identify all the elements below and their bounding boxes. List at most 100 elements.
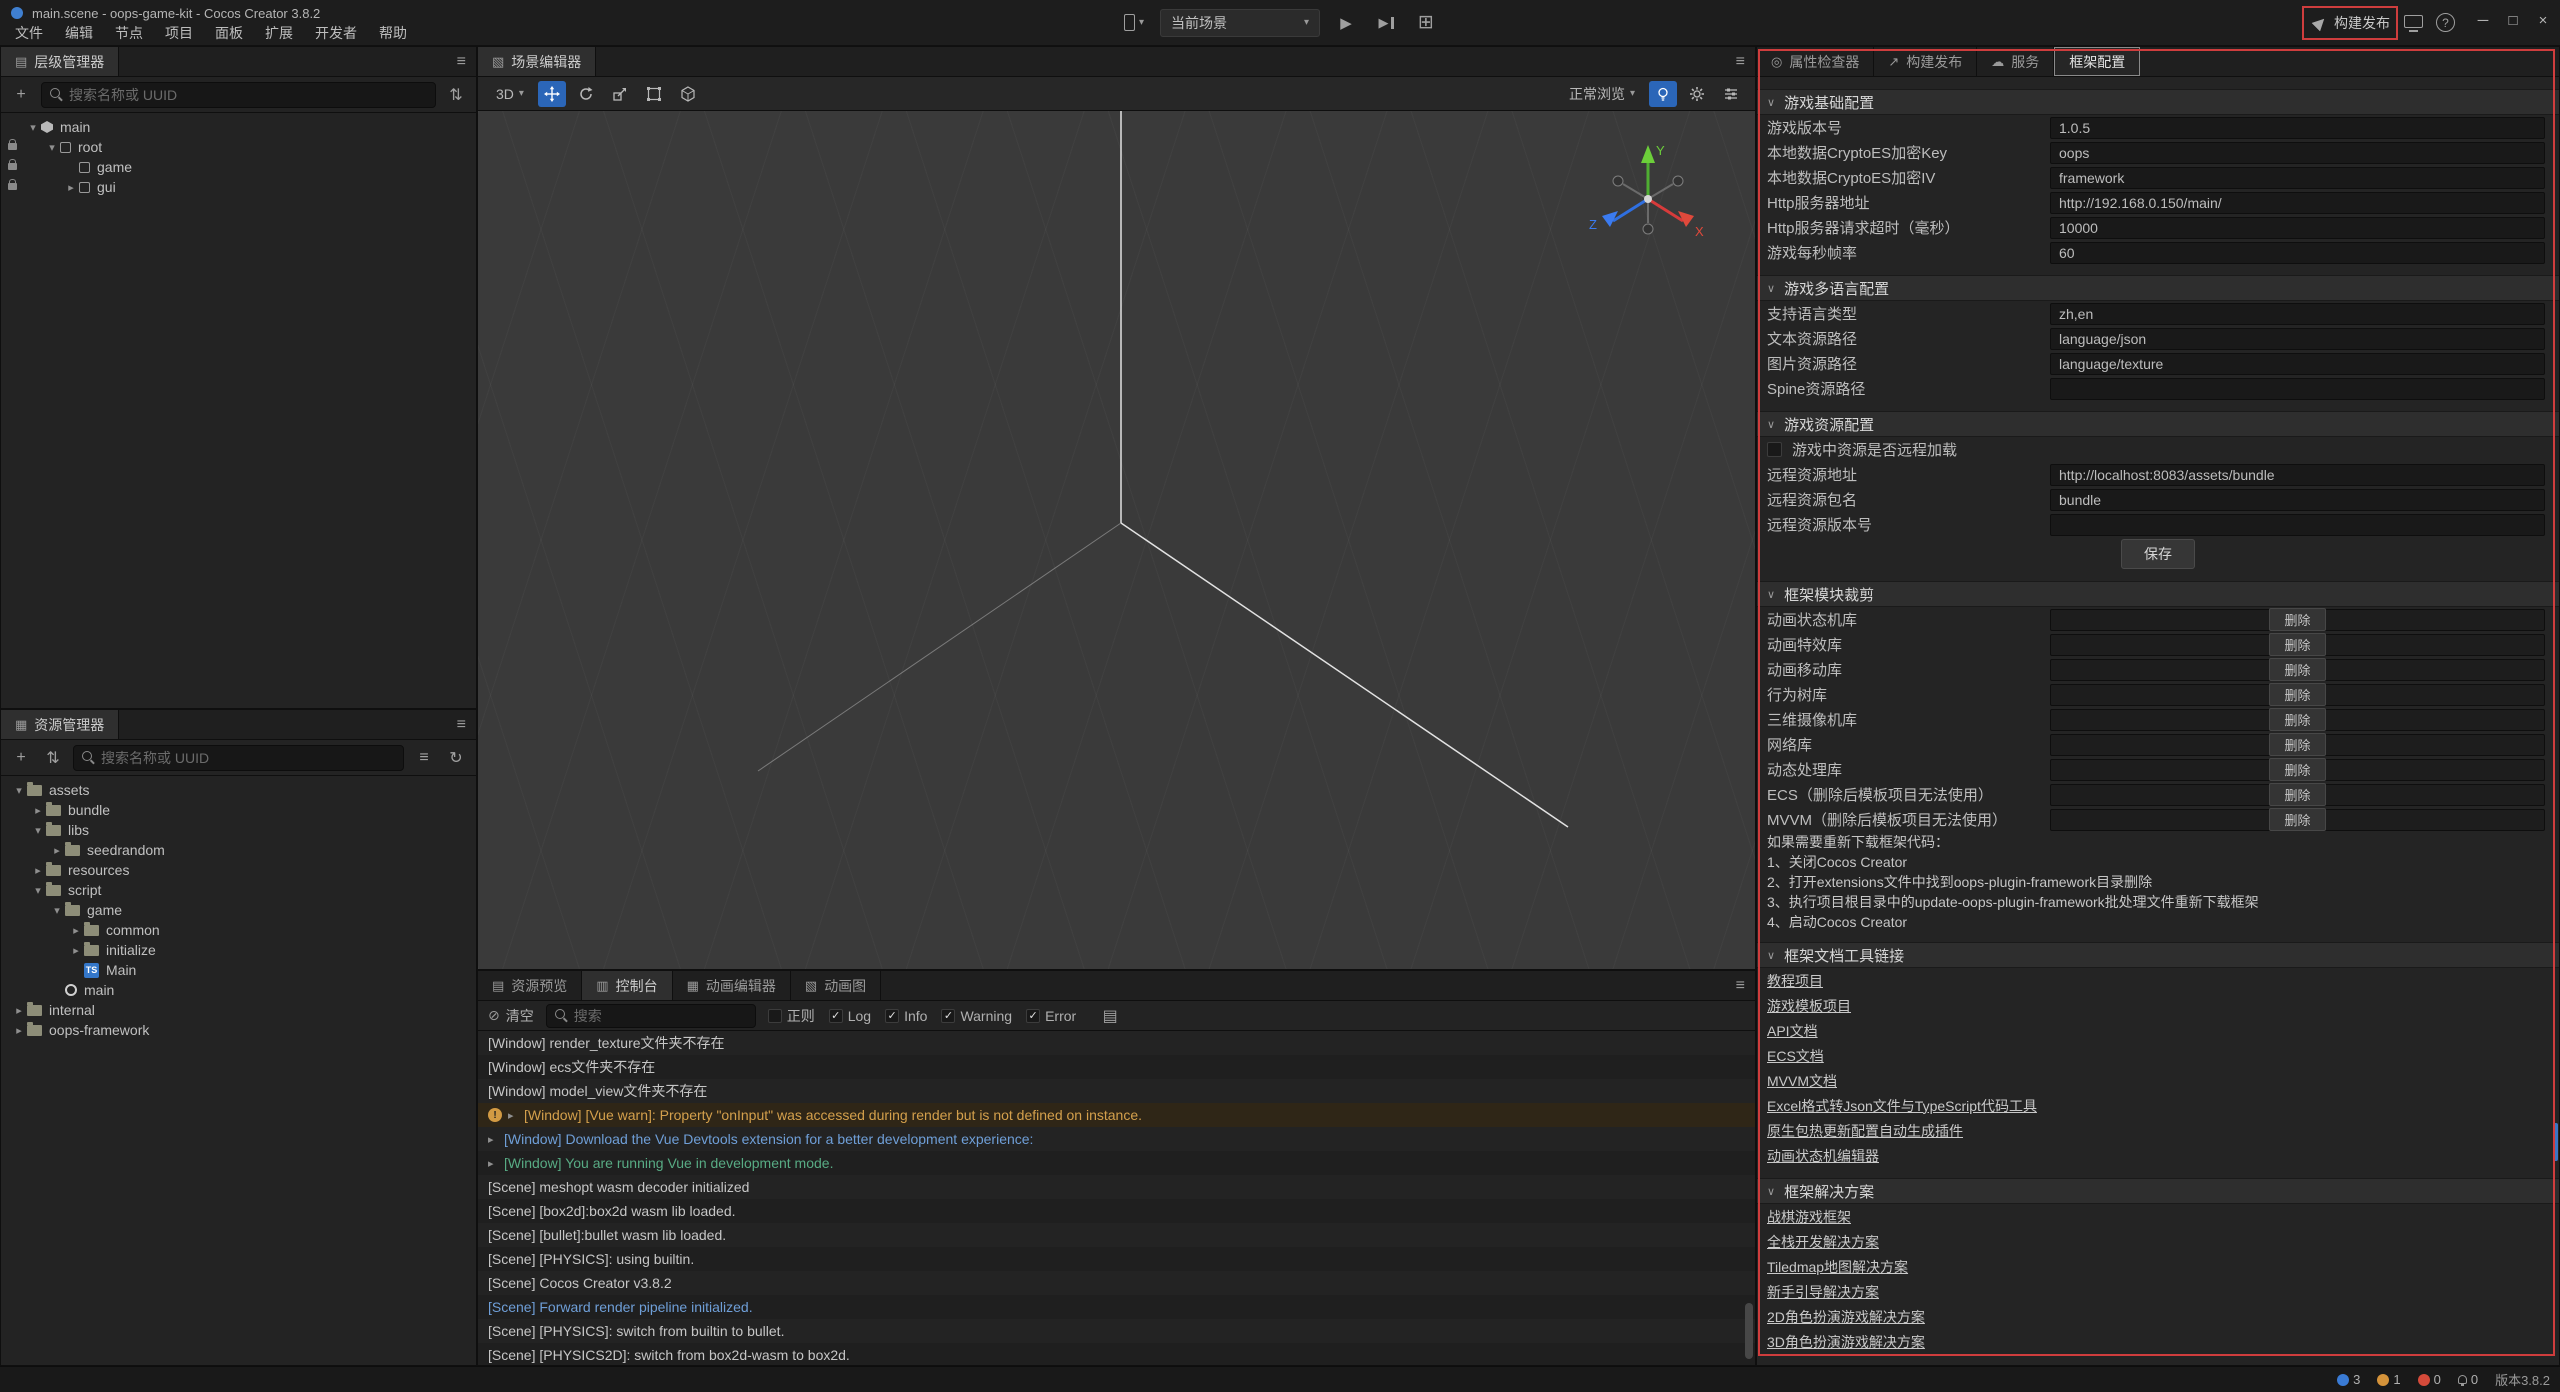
lock-icon[interactable] <box>8 163 17 170</box>
menu-item-帮助[interactable]: 帮助 <box>368 21 418 45</box>
field-input-Http服务器地址[interactable] <box>2050 192 2545 214</box>
filter-Warning[interactable]: ✓Warning <box>941 1008 1012 1024</box>
tab-service[interactable]: ☁服务 <box>1977 47 2054 76</box>
log-row[interactable]: [Scene] Forward render pipeline initiali… <box>478 1295 1755 1319</box>
scene-viewport[interactable]: Y X Z <box>478 111 1755 969</box>
log-row[interactable]: [Scene] [PHYSICS]: switch from builtin t… <box>478 1319 1755 1343</box>
log-row[interactable]: ▸[Window] Download the Vue Devtools exte… <box>478 1127 1755 1151</box>
help-icon[interactable]: ? <box>2436 13 2455 32</box>
checkbox-icon[interactable]: ✓ <box>829 1009 843 1023</box>
log-row[interactable]: !▸[Window] [Vue warn]: Property "onInput… <box>478 1103 1755 1127</box>
tree-node-seedrandom[interactable]: ▸seedrandom <box>1 840 476 860</box>
expand-arrow-icon[interactable]: ▸ <box>508 1109 524 1122</box>
checkbox-icon[interactable]: ✓ <box>885 1009 899 1023</box>
tab-animation-graph[interactable]: ▧动画图 <box>791 971 881 1000</box>
refresh-icon[interactable]: ↻ <box>444 746 468 770</box>
doc-link-MVVM文档[interactable]: MVVM文档 <box>1767 1071 1837 1091</box>
lock-icon[interactable] <box>8 183 17 190</box>
expand-arrow-icon[interactable]: ▸ <box>488 1157 504 1170</box>
log-row[interactable]: [Window] ecs文件夹不存在 <box>478 1055 1755 1079</box>
panel-menu-icon[interactable]: ≡ <box>447 716 476 734</box>
menu-item-面板[interactable]: 面板 <box>204 21 254 45</box>
field-input-远程资源地址[interactable] <box>2050 464 2545 486</box>
expand-arrow-icon[interactable]: ▸ <box>49 844 65 857</box>
filter-Error[interactable]: ✓Error <box>1026 1008 1076 1024</box>
collapse-arrow-icon[interactable]: ▾ <box>30 884 46 897</box>
scene-settings-button[interactable] <box>1683 81 1711 107</box>
move-tool-button[interactable] <box>538 81 566 107</box>
doc-link-2D角色扮演游戏解决方案[interactable]: 2D角色扮演游戏解决方案 <box>1767 1307 1925 1327</box>
tree-node-main[interactable]: ▾main <box>1 117 476 137</box>
expand-arrow-icon[interactable]: ▸ <box>30 864 46 877</box>
tree-node-initialize[interactable]: ▸initialize <box>1 940 476 960</box>
add-node-button[interactable]: + <box>9 83 33 107</box>
expand-arrow-icon[interactable]: ▸ <box>488 1133 504 1146</box>
section-框架模块裁剪[interactable]: ∨框架模块裁剪 <box>1757 581 2559 607</box>
delete-button[interactable]: 删除 <box>2269 683 2325 706</box>
field-input-本地数据CryptoES加密Key[interactable] <box>2050 142 2545 164</box>
checkbox-icon[interactable] <box>768 1009 782 1023</box>
console-error-badge[interactable]: 0 <box>2418 1372 2441 1387</box>
close-button[interactable]: × <box>2530 12 2556 29</box>
monitor-icon[interactable] <box>2404 15 2423 28</box>
scene-selector[interactable]: 当前场景 ▾ <box>1160 9 1320 37</box>
expand-arrow-icon[interactable]: ▸ <box>68 944 84 957</box>
tab-assets-preview[interactable]: ▤资源预览 <box>478 971 582 1000</box>
section-游戏资源配置[interactable]: ∨游戏资源配置 <box>1757 411 2559 437</box>
tree-node-internal[interactable]: ▸internal <box>1 1000 476 1020</box>
tree-node-game[interactable]: ▾game <box>1 900 476 920</box>
delete-button[interactable]: 删除 <box>2269 633 2325 656</box>
save-button[interactable]: 保存 <box>2121 539 2195 569</box>
tab-console[interactable]: ▥控制台 <box>582 971 672 1000</box>
tab-animation-editor[interactable]: ▦动画编辑器 <box>673 971 791 1000</box>
field-input-远程资源包名[interactable] <box>2050 489 2545 511</box>
menu-item-文件[interactable]: 文件 <box>4 21 54 45</box>
log-row[interactable]: [Scene] [PHYSICS]: using builtin. <box>478 1247 1755 1271</box>
tab-assets[interactable]: ▦ 资源管理器 <box>1 710 119 739</box>
doc-link-Excel格式转Json文件与TypeScript代码工具[interactable]: Excel格式转Json文件与TypeScript代码工具 <box>1767 1096 2037 1116</box>
filter-icon[interactable]: ≡ <box>412 746 436 770</box>
collapse-arrow-icon[interactable]: ▾ <box>11 784 27 797</box>
section-游戏多语言配置[interactable]: ∨游戏多语言配置 <box>1757 275 2559 301</box>
doc-link-Tiledmap地图解决方案[interactable]: Tiledmap地图解决方案 <box>1767 1257 1908 1277</box>
field-input-Http服务器请求超时（毫秒）[interactable] <box>2050 217 2545 239</box>
rotate-tool-button[interactable] <box>572 81 600 107</box>
dimension-toggle-button[interactable]: 3D ▾ <box>488 81 532 107</box>
tree-node-gui[interactable]: ▸gui <box>1 177 476 197</box>
console-info-badge[interactable]: 3 <box>2337 1372 2360 1387</box>
tab-build-publish[interactable]: ↗构建发布 <box>1874 47 1977 76</box>
log-row[interactable]: [Window] model_view文件夹不存在 <box>478 1079 1755 1103</box>
menu-item-项目[interactable]: 项目 <box>154 21 204 45</box>
filter-正则[interactable]: 正则 <box>768 1006 815 1026</box>
log-row[interactable]: [Scene] meshopt wasm decoder initialized <box>478 1175 1755 1199</box>
log-row[interactable]: [Scene] [PHYSICS2D]: switch from box2d-w… <box>478 1343 1755 1365</box>
tree-node-resources[interactable]: ▸resources <box>1 860 476 880</box>
scale-tool-button[interactable] <box>606 81 634 107</box>
step-button[interactable]: ▶ <box>1372 9 1400 37</box>
panel-menu-icon[interactable]: ≡ <box>1726 977 1755 995</box>
menu-item-节点[interactable]: 节点 <box>104 21 154 45</box>
delete-button[interactable]: 删除 <box>2269 783 2325 806</box>
doc-link-全栈开发解决方案[interactable]: 全栈开发解决方案 <box>1767 1232 1879 1252</box>
console-search[interactable] <box>546 1004 756 1028</box>
field-input-本地数据CryptoES加密IV[interactable] <box>2050 167 2545 189</box>
doc-link-教程项目[interactable]: 教程项目 <box>1767 971 1823 991</box>
tree-node-assets[interactable]: ▾assets <box>1 780 476 800</box>
checkbox-icon[interactable] <box>1767 442 1782 457</box>
tree-node-common[interactable]: ▸common <box>1 920 476 940</box>
field-input-远程资源版本号[interactable] <box>2050 514 2545 536</box>
field-input-Spine资源路径[interactable] <box>2050 378 2545 400</box>
inspector-scrollbar[interactable] <box>2553 1123 2558 1161</box>
field-input-游戏每秒帧率[interactable] <box>2050 242 2545 264</box>
delete-button[interactable]: 删除 <box>2269 608 2325 631</box>
checkbox-icon[interactable]: ✓ <box>1026 1009 1040 1023</box>
play-button[interactable]: ▶ <box>1332 9 1360 37</box>
assets-search[interactable] <box>73 745 404 771</box>
doc-link-战棋游戏框架[interactable]: 战棋游戏框架 <box>1767 1207 1851 1227</box>
doc-link-游戏模板项目[interactable]: 游戏模板项目 <box>1767 996 1851 1016</box>
doc-link-API文档[interactable]: API文档 <box>1767 1021 1818 1041</box>
tree-node-game[interactable]: game <box>1 157 476 177</box>
console-scrollbar[interactable] <box>1745 1303 1753 1359</box>
collapse-arrow-icon[interactable]: ▾ <box>25 121 41 134</box>
delete-button[interactable]: 删除 <box>2269 708 2325 731</box>
